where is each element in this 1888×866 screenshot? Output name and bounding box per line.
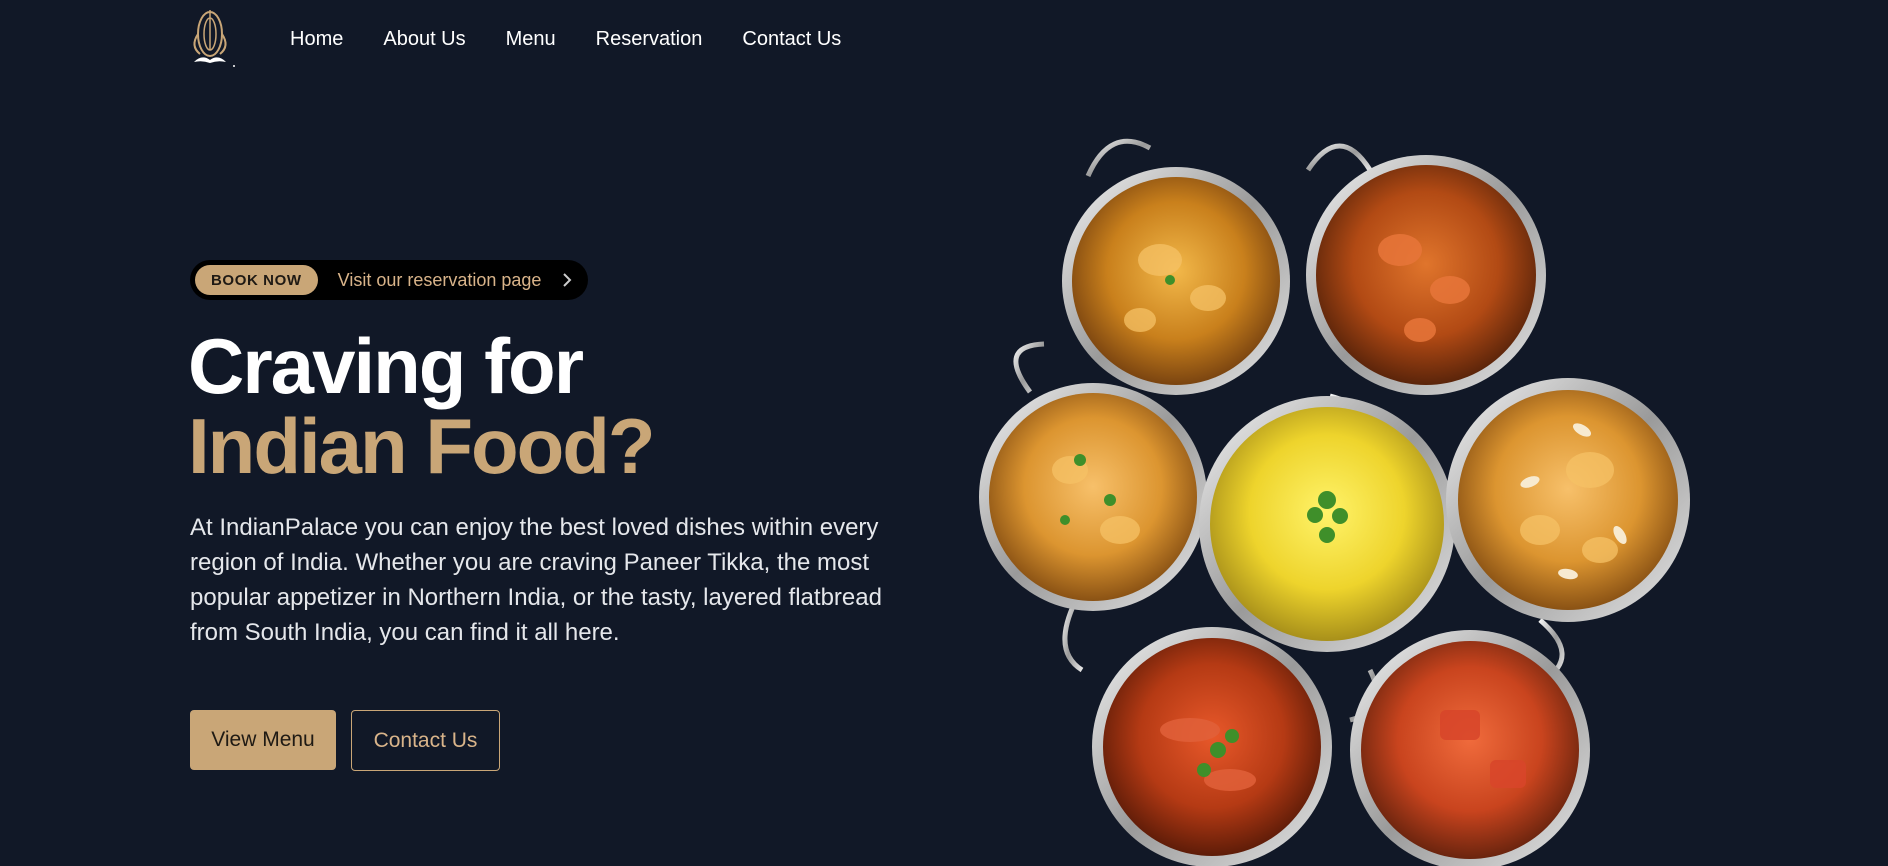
nav-link-about-us[interactable]: About Us	[383, 24, 465, 54]
nav-link-home[interactable]: Home	[290, 24, 343, 54]
hero-title-line1: Craving for	[188, 322, 584, 410]
hero-description: At IndianPalace you can enjoy the best l…	[190, 514, 882, 646]
hero-title-line2: Indian Food?	[188, 402, 656, 490]
page: Home About Us Menu Reservation Contact U…	[0, 0, 1888, 866]
contact-us-button[interactable]: Contact Us	[351, 710, 500, 771]
reservation-pill[interactable]: BOOK NOW Visit our reservation page	[190, 260, 588, 300]
logo-icon[interactable]	[188, 4, 238, 68]
top-navigation: Home About Us Menu Reservation Contact U…	[0, 0, 1888, 78]
chevron-right-icon	[563, 273, 572, 287]
hero-title: Craving for Indian Food?	[188, 322, 656, 490]
nav-links: Home About Us Menu Reservation Contact U…	[290, 24, 881, 54]
nav-link-menu[interactable]: Menu	[506, 24, 556, 54]
view-menu-button[interactable]: View Menu	[190, 710, 336, 770]
book-now-badge: BOOK NOW	[195, 265, 318, 295]
reservation-pill-text: Visit our reservation page	[337, 269, 542, 290]
nav-link-contact-us[interactable]: Contact Us	[742, 24, 841, 54]
nav-link-reservation[interactable]: Reservation	[596, 24, 703, 54]
food-bowls-image	[979, 138, 1690, 866]
